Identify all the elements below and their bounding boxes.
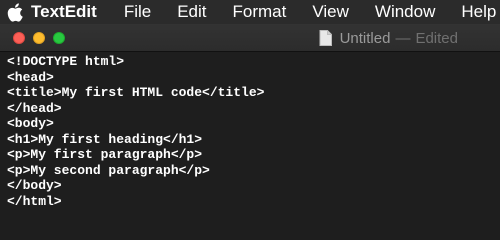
menu-file[interactable]: File bbox=[124, 0, 151, 24]
edited-status: Edited bbox=[415, 29, 458, 47]
code-line: <p>My first paragraph</p> bbox=[7, 147, 203, 162]
close-window-button[interactable] bbox=[13, 32, 25, 44]
minimize-window-button[interactable] bbox=[33, 32, 45, 44]
menu-edit[interactable]: Edit bbox=[177, 0, 206, 24]
code-line: <p>My second paragraph</p> bbox=[7, 162, 210, 178]
menu-window[interactable]: Window bbox=[375, 0, 435, 24]
code-line: </html> bbox=[7, 193, 62, 209]
menu-help[interactable]: Help bbox=[461, 0, 496, 24]
menu-textedit[interactable]: TextEdit bbox=[31, 0, 97, 24]
menu-view[interactable]: View bbox=[312, 0, 349, 24]
code-line: <!DOCTYPE html> bbox=[7, 54, 125, 69]
window-titlebar[interactable]: Untitled — Edited bbox=[0, 24, 500, 52]
maximize-window-button[interactable] bbox=[53, 32, 65, 44]
document-name: Untitled bbox=[339, 29, 391, 47]
code-line: <h1>My first heading</h1> bbox=[7, 131, 203, 147]
code-line: <title>My first HTML code</title> bbox=[7, 85, 265, 100]
code-line: <body> bbox=[7, 116, 54, 131]
textedit-window: Untitled — Edited <!DOCTYPE html> <head>… bbox=[0, 24, 500, 236]
code-line: </head> bbox=[7, 100, 62, 116]
document-icon[interactable] bbox=[319, 30, 332, 46]
window-title: Untitled — Edited bbox=[319, 24, 458, 52]
code-line: <head> bbox=[7, 69, 54, 85]
code-line: </body> bbox=[7, 178, 62, 193]
apple-logo-icon[interactable] bbox=[7, 2, 23, 22]
title-separator: — bbox=[395, 29, 411, 47]
menu-bar: TextEdit File Edit Format View Window He… bbox=[0, 0, 500, 24]
menu-format[interactable]: Format bbox=[233, 0, 287, 24]
text-editor[interactable]: <!DOCTYPE html> <head> <title>My first H… bbox=[0, 52, 500, 236]
